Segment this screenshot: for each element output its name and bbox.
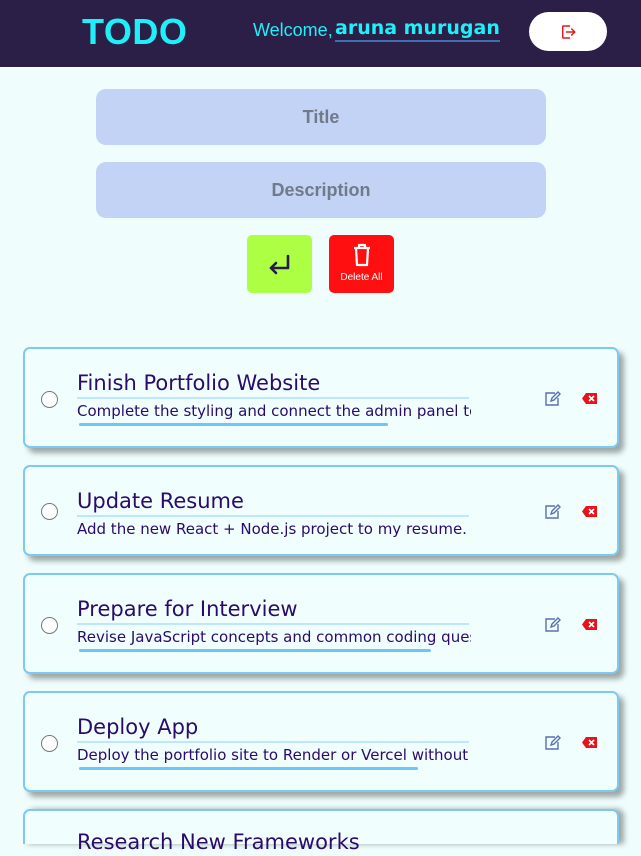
description-scrollbar[interactable] xyxy=(79,423,388,426)
delete-all-label: Delete All xyxy=(340,272,383,283)
todo-complete-radio[interactable] xyxy=(41,617,58,634)
todo-complete-radio[interactable] xyxy=(41,503,58,520)
trash-icon xyxy=(353,243,370,267)
todo-complete-radio[interactable] xyxy=(41,735,58,752)
description-input[interactable] xyxy=(96,162,546,218)
delete-all-button[interactable]: Delete All xyxy=(329,235,394,293)
todo-card: Finish Portfolio Website Complete the st… xyxy=(23,347,619,448)
todo-card: Prepare for Interview Revise JavaScript … xyxy=(23,573,619,674)
todo-description: Complete the styling and connect the adm… xyxy=(77,402,471,420)
logout-icon xyxy=(562,24,576,39)
todo-description: Add the new React + Node.js project to m… xyxy=(77,520,467,538)
description-scrollbar[interactable] xyxy=(79,649,431,652)
edit-icon[interactable] xyxy=(544,391,561,406)
todo-title: Update Resume xyxy=(77,487,469,517)
todo-card: Update Resume Add the new React + Node.j… xyxy=(23,465,619,556)
edit-icon[interactable] xyxy=(544,504,561,519)
delete-icon[interactable] xyxy=(581,736,598,749)
todo-complete-radio[interactable] xyxy=(41,391,58,408)
description-scrollbar[interactable] xyxy=(79,767,418,770)
user-name: aruna murugan xyxy=(335,17,500,42)
enter-icon xyxy=(269,254,289,275)
todo-description: Revise JavaScript concepts and common co… xyxy=(77,628,471,646)
todo-card: Deploy App Deploy the portfolio site to … xyxy=(23,691,619,792)
logout-button[interactable] xyxy=(529,12,607,51)
edit-icon[interactable] xyxy=(544,735,561,750)
edit-icon[interactable] xyxy=(544,617,561,632)
todo-title: Research New Frameworks xyxy=(77,830,360,854)
todo-description: Deploy the portfolio site to Render or V… xyxy=(77,746,469,764)
todo-title: Deploy App xyxy=(77,713,469,743)
todo-card: Research New Frameworks xyxy=(23,809,619,854)
welcome-label: Welcome, xyxy=(253,20,333,40)
delete-icon[interactable] xyxy=(581,618,598,631)
add-todo-button[interactable] xyxy=(247,235,312,293)
app-logo: TODO xyxy=(82,11,188,52)
todo-title: Prepare for Interview xyxy=(77,595,469,625)
todo-title: Finish Portfolio Website xyxy=(77,369,469,399)
delete-icon[interactable] xyxy=(581,505,598,518)
delete-icon[interactable] xyxy=(581,392,598,405)
app-header: TODO Welcome, aruna murugan xyxy=(0,0,641,67)
title-input[interactable] xyxy=(96,89,546,145)
